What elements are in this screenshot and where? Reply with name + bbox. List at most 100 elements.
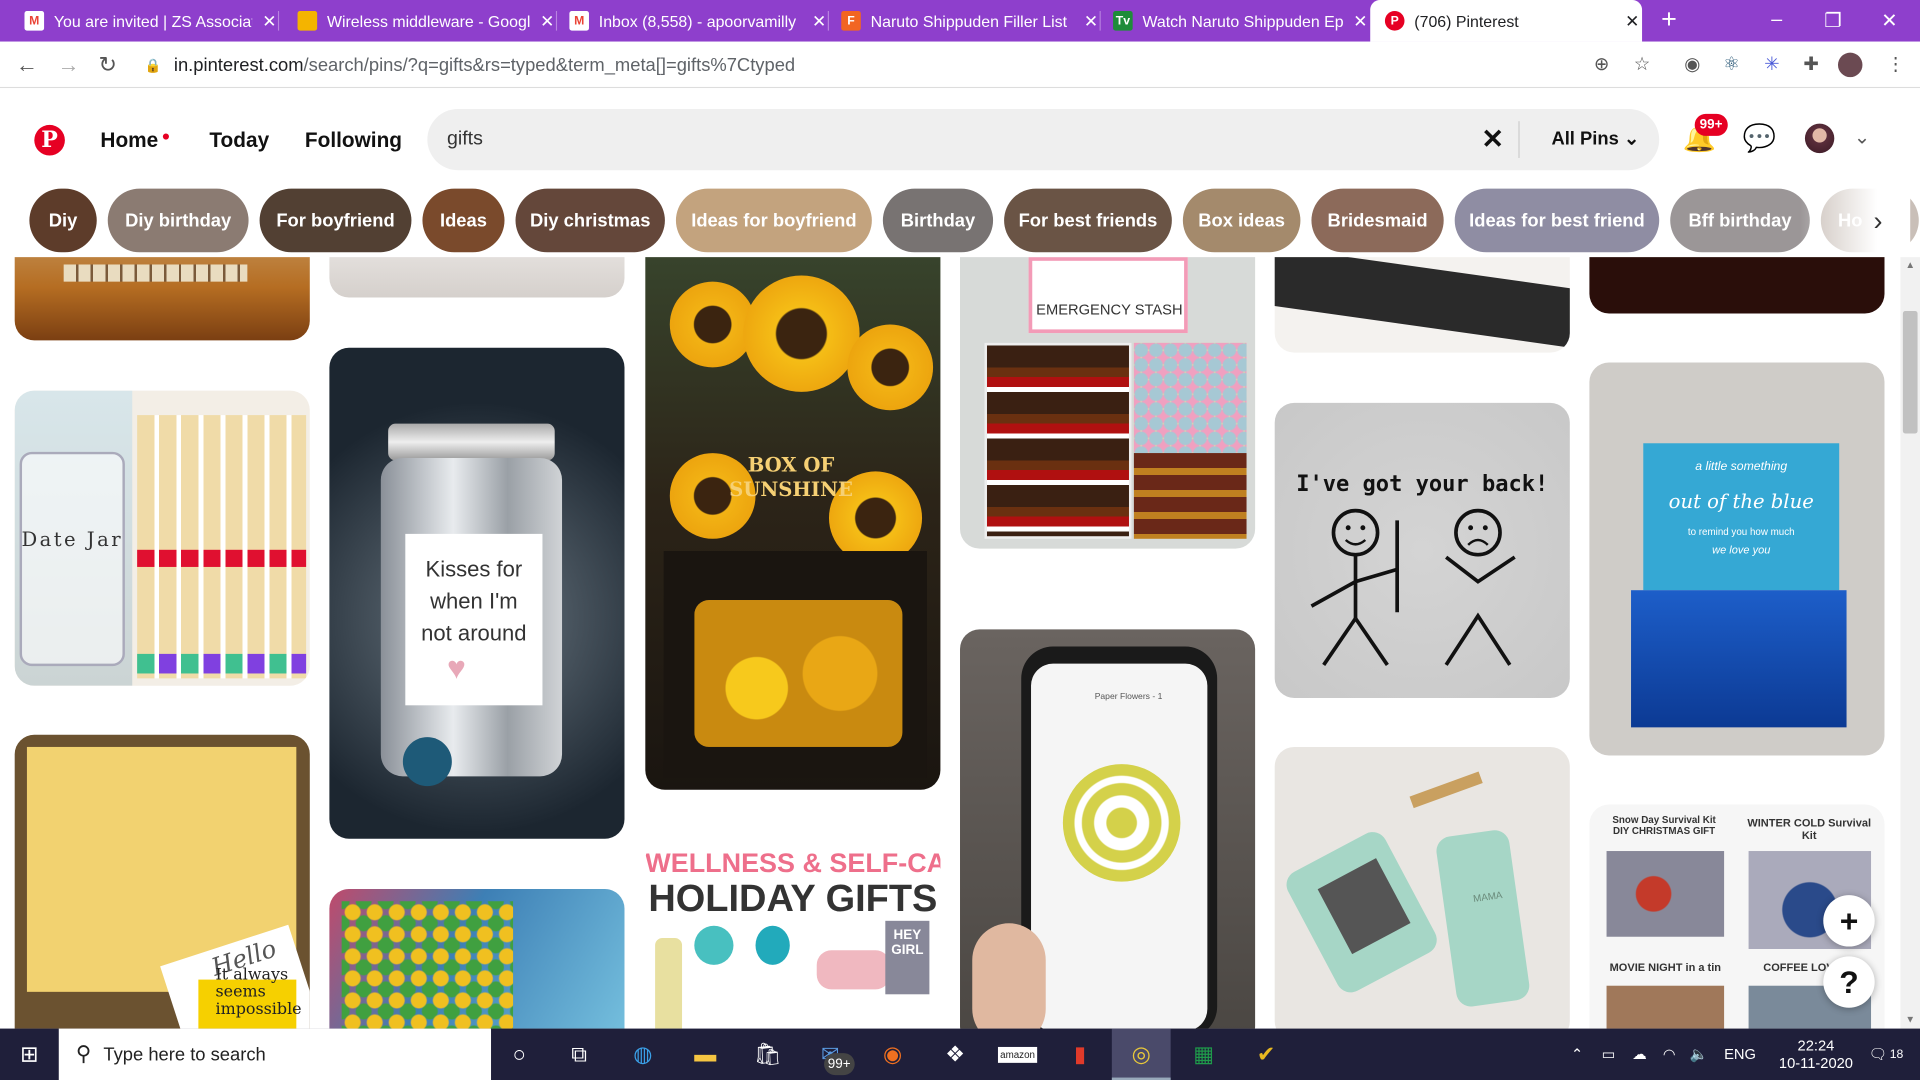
address-bar[interactable]: 🔒 in.pinterest.com/search/pins/?q=gifts&…: [137, 45, 1668, 85]
windows-start-icon[interactable]: ⊞: [0, 1029, 59, 1080]
tray-expand-icon[interactable]: ⌃: [1571, 1029, 1583, 1080]
chevron-right-icon[interactable]: ›: [1873, 206, 1882, 238]
chip-ideas-for-boyfriend[interactable]: Ideas for boyfriend: [675, 188, 872, 253]
wifi-icon[interactable]: ◠: [1663, 1029, 1676, 1080]
nav-following[interactable]: Following: [305, 125, 402, 157]
pin-card[interactable]: BOX OF SUNSHINE: [645, 257, 941, 790]
pin-card[interactable]: WELLNESS & SELF-CARE HOLIDAY GIFTS HEYGI…: [645, 840, 941, 1029]
extension-react-icon[interactable]: ⚛: [1719, 53, 1743, 77]
pin-card[interactable]: Kisses for when I'm not around ♥: [329, 347, 625, 839]
chip-ideas-for-best-friend[interactable]: Ideas for best friend: [1454, 188, 1660, 253]
pin-card[interactable]: Hello It always seems impossible: [14, 734, 310, 1029]
battery-icon[interactable]: ▭: [1602, 1029, 1616, 1080]
pinterest-logo[interactable]: P: [34, 124, 65, 156]
chrome-icon[interactable]: ◎: [1111, 1028, 1171, 1080]
extension-grey-icon[interactable]: ◉: [1680, 53, 1704, 77]
help-button[interactable]: ?: [1823, 956, 1875, 1008]
scroll-down-icon[interactable]: ▼: [1900, 1014, 1920, 1025]
close-tab-icon[interactable]: ✕: [809, 10, 829, 31]
browser-tab-active[interactable]: P (706) Pinterest ✕: [1370, 0, 1643, 42]
notification-center-icon[interactable]: 🗨 18: [1869, 1029, 1904, 1080]
pin-card[interactable]: [329, 888, 625, 1029]
reload-icon[interactable]: ↻: [93, 51, 122, 78]
forward-arrow-icon[interactable]: →: [54, 51, 83, 78]
account-chevron-down-icon[interactable]: ⌄: [1854, 125, 1870, 149]
pin-card[interactable]: Paper Flowers - 1: [960, 629, 1256, 1029]
browser-menu-icon[interactable]: ⋮: [1883, 53, 1907, 77]
all-pins-dropdown[interactable]: All Pins ⌄: [1551, 126, 1639, 153]
close-tab-icon[interactable]: ✕: [1622, 10, 1642, 31]
browser-tab[interactable]: Tv Watch Naruto Shippuden Ep ✕: [1101, 0, 1370, 42]
firefox-icon[interactable]: ◉: [863, 1029, 922, 1080]
chip-for-best-friends[interactable]: For best friends: [1004, 188, 1172, 253]
scroll-up-icon[interactable]: ▲: [1900, 260, 1920, 271]
extensions-puzzle-icon[interactable]: ✚: [1799, 53, 1823, 77]
user-avatar[interactable]: [1804, 123, 1835, 154]
excel-icon[interactable]: ▦: [1174, 1029, 1233, 1080]
language-indicator[interactable]: ENG: [1724, 1029, 1756, 1080]
scrollbar-thumb[interactable]: [1902, 311, 1918, 434]
search-input[interactable]: [446, 108, 1427, 171]
extension-snowflake-icon[interactable]: ✳: [1760, 53, 1784, 77]
chip-ideas[interactable]: Ideas: [422, 188, 505, 253]
store-icon[interactable]: 🛍: [738, 1029, 797, 1080]
profile-avatar[interactable]: [1837, 52, 1863, 78]
cortana-icon[interactable]: ○: [490, 1029, 549, 1080]
minimize-button[interactable]: –: [1749, 0, 1805, 42]
browser-tab[interactable]: F Naruto Shippuden Filler List ✕: [829, 0, 1101, 42]
chip-diy-birthday[interactable]: Diy birthday: [107, 188, 249, 253]
pin-card[interactable]: a little something out of the blue to re…: [1589, 362, 1885, 756]
onedrive-icon[interactable]: ☁: [1632, 1029, 1647, 1080]
nav-today[interactable]: Today: [209, 125, 269, 157]
pin-card[interactable]: [14, 257, 310, 341]
amazon-icon[interactable]: amazon: [988, 1029, 1047, 1080]
chip-diy[interactable]: Diy: [29, 188, 97, 253]
sunshine-line-1: BOX OF: [747, 453, 835, 477]
chip-diy-christmas[interactable]: Diy christmas: [515, 188, 665, 253]
close-tab-icon[interactable]: ✕: [1351, 10, 1371, 31]
clock[interactable]: 22:24 10-11-2020: [1773, 1029, 1859, 1080]
edge-icon[interactable]: ◍: [613, 1029, 672, 1080]
office-icon[interactable]: ▮: [1051, 1029, 1110, 1080]
holiday-line-2: HOLIDAY GIFTS: [648, 876, 938, 920]
pin-card[interactable]: [1589, 257, 1885, 314]
new-tab-button[interactable]: +: [1656, 6, 1683, 33]
browser-toolbar: ← → ↻ 🔒 in.pinterest.com/search/pins/?q=…: [0, 41, 1920, 89]
pin-card[interactable]: EMERGENCY STASH: [960, 257, 1256, 549]
got-your-back-text: I've got your back!: [1296, 471, 1549, 498]
chip-box-ideas[interactable]: Box ideas: [1182, 188, 1301, 253]
create-pin-plus-button[interactable]: +: [1823, 895, 1875, 947]
close-window-button[interactable]: ✕: [1861, 0, 1917, 42]
taskbar-search-box[interactable]: ⚲ Type here to search: [58, 1028, 492, 1080]
phone-file-title: Paper Flowers - 1: [1094, 693, 1163, 702]
browser-tab[interactable]: Wireless middleware - Googl ✕: [285, 0, 558, 42]
close-tab-icon[interactable]: ✕: [538, 10, 558, 31]
chip-bridesmaid[interactable]: Bridesmaid: [1311, 188, 1444, 253]
close-tab-icon[interactable]: ✕: [1081, 10, 1101, 31]
pin-card[interactable]: I've got your back!: [1274, 402, 1570, 698]
clear-search-icon[interactable]: ✕: [1478, 124, 1507, 154]
pin-card[interactable]: Date Jar: [14, 390, 310, 686]
bookmark-star-icon[interactable]: ☆: [1630, 53, 1654, 77]
pin-card[interactable]: [329, 257, 625, 298]
messages-icon[interactable]: 💬: [1742, 121, 1777, 155]
chip-bff-birthday[interactable]: Bff birthday: [1670, 188, 1810, 253]
pin-card[interactable]: MAMA: [1274, 746, 1570, 1029]
close-tab-icon[interactable]: ✕: [260, 10, 280, 31]
kisses-line-2: when I'm: [430, 588, 518, 614]
chip-birthday[interactable]: Birthday: [882, 188, 994, 253]
dropbox-icon[interactable]: ❖: [926, 1029, 985, 1080]
mail-badge: 99+: [824, 1053, 855, 1076]
chip-for-boyfriend[interactable]: For boyfriend: [259, 188, 412, 253]
restore-button[interactable]: ❐: [1805, 0, 1861, 42]
add-shortcut-icon[interactable]: ⊕: [1589, 53, 1613, 77]
back-arrow-icon[interactable]: ←: [12, 51, 41, 78]
browser-tab[interactable]: M You are invited | ZS Associate ✕: [12, 0, 280, 42]
todo-icon[interactable]: ✔: [1237, 1029, 1296, 1080]
nav-home[interactable]: Home: [100, 125, 170, 157]
volume-icon[interactable]: 🔈: [1690, 1029, 1708, 1080]
browser-tab[interactable]: M Inbox (8,558) - apoorvamilly ✕: [557, 0, 829, 42]
task-view-icon[interactable]: ⧉: [550, 1029, 609, 1080]
file-explorer-icon[interactable]: ▬: [676, 1029, 735, 1080]
pin-card[interactable]: [1274, 257, 1570, 353]
